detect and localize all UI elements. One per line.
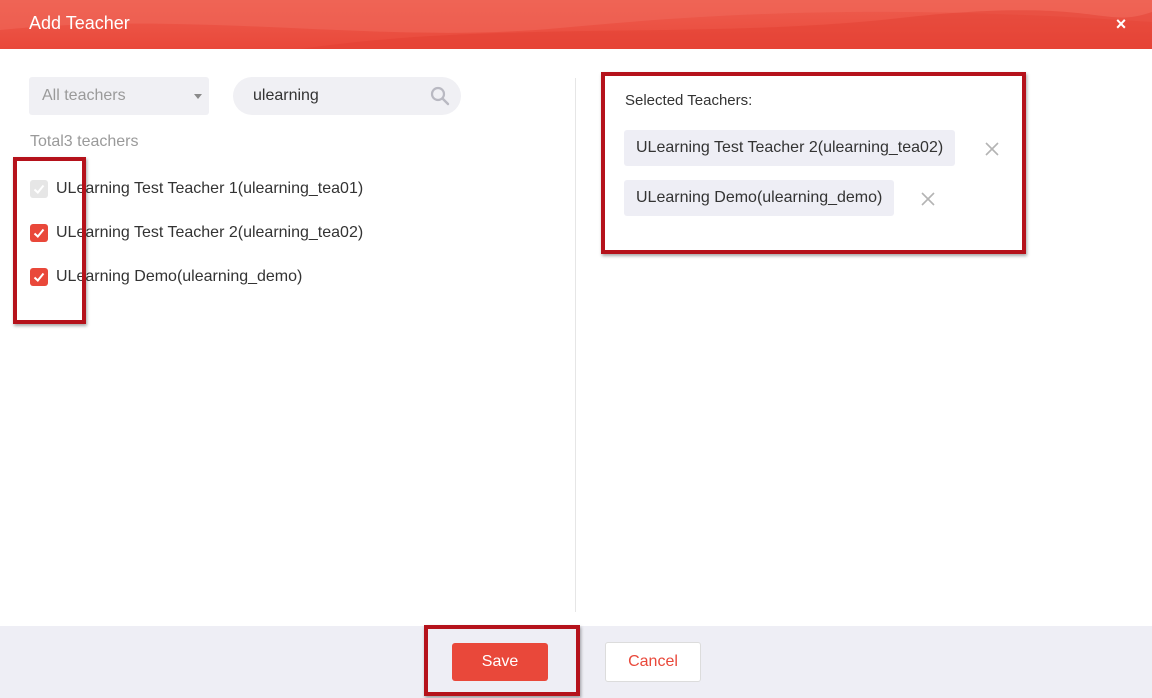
header-wave-decoration	[0, 0, 1152, 49]
teacher-label: ULearning Test Teacher 2(ulearning_tea02…	[56, 224, 364, 241]
check-icon	[33, 228, 45, 238]
search-icon[interactable]	[430, 86, 450, 106]
dialog-title: Add Teacher	[29, 13, 130, 33]
dialog-header: Add Teacher ×	[0, 0, 1152, 49]
total-teachers-count: Total3 teachers	[30, 133, 139, 150]
selected-teacher-chip: ULearning Test Teacher 2(ulearning_tea02…	[624, 130, 956, 166]
remove-chip-icon[interactable]	[985, 142, 999, 156]
search-box[interactable]	[233, 77, 461, 115]
selected-teacher-chip: ULearning Demo(ulearning_demo)	[624, 180, 895, 216]
teacher-checkbox-disabled	[30, 180, 48, 198]
remove-chip-icon[interactable]	[921, 192, 935, 206]
dialog-footer	[0, 626, 1152, 698]
teacher-checkbox-checked[interactable]	[30, 268, 48, 286]
teacher-label: ULearning Test Teacher 1(ulearning_tea01…	[56, 180, 364, 197]
chip-label: ULearning Test Teacher 2(ulearning_tea02…	[636, 139, 944, 156]
save-button[interactable]: Save	[452, 643, 548, 681]
selected-teachers-title: Selected Teachers:	[625, 92, 753, 109]
teacher-row[interactable]: ULearning Test Teacher 2(ulearning_tea02…	[30, 223, 363, 243]
chevron-down-icon	[194, 94, 202, 99]
teacher-row[interactable]: ULearning Demo(ulearning_demo)	[30, 267, 302, 287]
check-icon	[33, 184, 45, 194]
panel-divider	[575, 78, 576, 612]
add-teacher-dialog: Add Teacher × All teachers Total3 teache…	[0, 0, 1152, 698]
cancel-button[interactable]: Cancel	[605, 642, 701, 682]
teacher-label: ULearning Demo(ulearning_demo)	[56, 268, 303, 285]
chip-label: ULearning Demo(ulearning_demo)	[636, 189, 883, 206]
teacher-checkbox-checked[interactable]	[30, 224, 48, 242]
teacher-row[interactable]: ULearning Test Teacher 1(ulearning_tea01…	[30, 179, 363, 199]
teacher-filter-value: All teachers	[42, 87, 126, 104]
check-icon	[33, 272, 45, 282]
teacher-filter-select[interactable]: All teachers	[29, 77, 209, 115]
close-icon[interactable]: ×	[1112, 15, 1130, 33]
search-input[interactable]	[253, 85, 423, 107]
